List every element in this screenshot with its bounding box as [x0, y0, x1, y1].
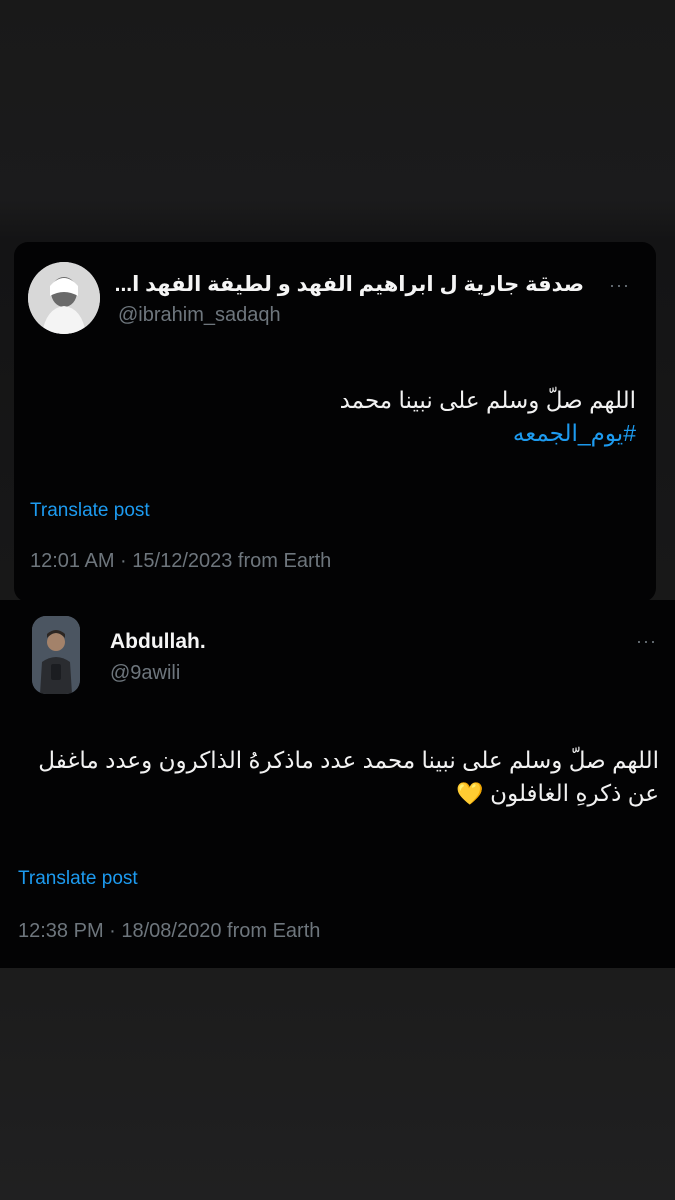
more-horizontal-icon[interactable]: ··· [636, 632, 657, 650]
post-card-2[interactable]: Abdullah. @9awili ··· اللهم صلّ وسلم على… [0, 600, 675, 968]
post-text-line: اللهم صلّ وسلم على نبينا محمد [339, 387, 636, 413]
more-horizontal-icon[interactable]: ··· [609, 276, 630, 294]
display-name[interactable]: Abdullah. [110, 630, 206, 654]
avatar-portrait-icon [28, 262, 100, 334]
avatar-portrait-icon [32, 616, 80, 694]
yellow-heart-icon: 💛 [456, 781, 484, 806]
hashtag-link[interactable]: #يوم_الجمعه [116, 417, 636, 450]
post-text-line: اللهم صلّ وسلم على نبينا محمد عدد ماذكره… [38, 747, 659, 806]
avatar-ibrahim[interactable] [28, 262, 100, 334]
user-handle[interactable]: @9awili [110, 662, 180, 685]
translate-post-link[interactable]: Translate post [30, 500, 150, 522]
display-name[interactable]: صدقة جارية ل ابراهيم الفهد و لطيفة الفهد… [115, 272, 584, 297]
post-text: اللهم صلّ وسلم على نبينا محمد #يوم_الجمع… [116, 384, 636, 450]
post-card-1[interactable]: صدقة جارية ل ابراهيم الفهد و لطيفة الفهد… [14, 242, 656, 602]
post-timestamp[interactable]: 12:38 PM · 18/08/2020 from Earth [18, 920, 320, 943]
avatar-abdullah[interactable] [32, 616, 80, 694]
user-handle[interactable]: @ibrahim_sadaqh [118, 304, 281, 327]
post-timestamp[interactable]: 12:01 AM · 15/12/2023 from Earth [30, 550, 331, 573]
translate-post-link[interactable]: Translate post [18, 868, 138, 890]
post-text: اللهم صلّ وسلم على نبينا محمد عدد ماذكره… [19, 744, 659, 810]
